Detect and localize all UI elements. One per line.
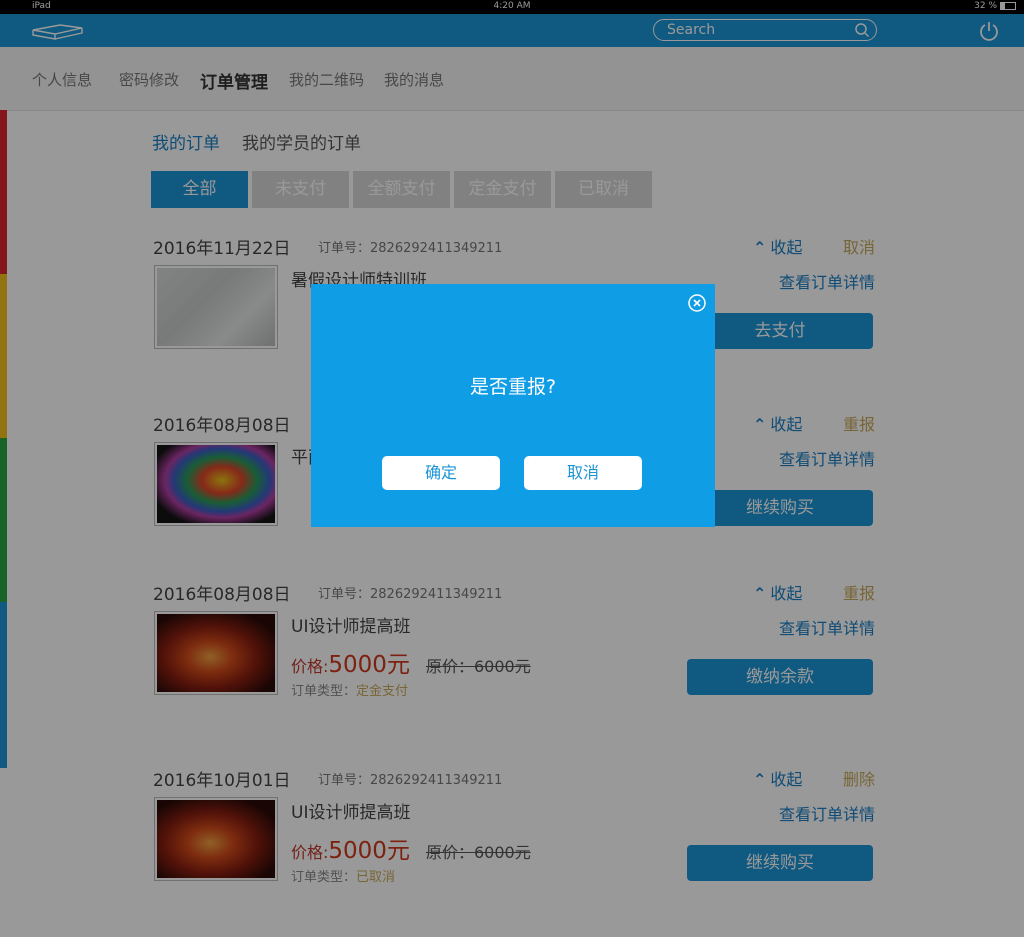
confirm-button[interactable]: 确定 bbox=[382, 456, 500, 490]
close-icon[interactable] bbox=[688, 294, 706, 312]
reorder-dialog: 是否重报? 确定 取消 bbox=[311, 284, 715, 527]
dialog-message: 是否重报? bbox=[469, 376, 557, 398]
cancel-button[interactable]: 取消 bbox=[524, 456, 642, 490]
